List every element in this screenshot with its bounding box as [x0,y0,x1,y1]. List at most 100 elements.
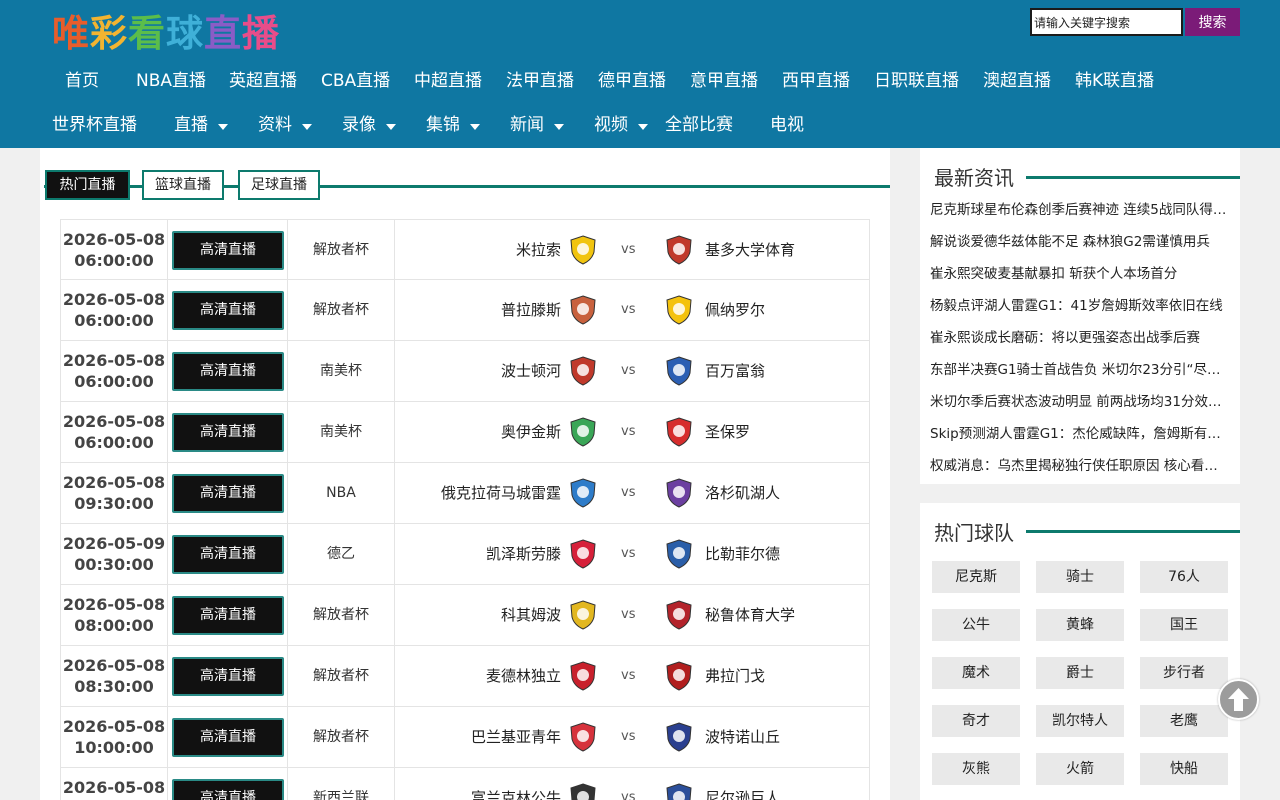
search-button[interactable]: 搜索 [1185,8,1240,36]
match-league[interactable]: 南美杯 [288,341,395,401]
away-team-name[interactable]: 尼尔逊巨人 [705,768,780,800]
match-league[interactable]: 解放者杯 [288,707,395,767]
match-league[interactable]: 解放者杯 [288,280,395,340]
hd-live-button[interactable]: 高清直播 [172,535,284,574]
team-link[interactable]: 公牛 [932,609,1020,641]
away-team-logo[interactable] [663,294,695,326]
nav-link[interactable]: 新闻 [510,105,564,145]
news-link[interactable]: 权威消息：乌杰里揭秘独行侠任职原因 核心看重团队文化 [930,456,1230,476]
news-link[interactable]: 尼克斯球星布伦森创季后赛神迹 连续5战同队得分王 [930,200,1230,220]
nav-link[interactable]: 西甲直播 [782,61,850,101]
match-league[interactable]: 解放者杯 [288,585,395,645]
news-link[interactable]: 崔永熙突破麦基献暴扣 斩获个人本场首分 [930,264,1230,284]
home-team-name[interactable]: 富兰克林公牛 [471,768,561,800]
nav-link[interactable]: NBA直播 [136,61,206,101]
home-team-logo[interactable] [567,721,599,753]
nav-link[interactable]: 德甲直播 [598,61,666,101]
nav-link[interactable]: 资料 [258,105,312,145]
hd-live-button[interactable]: 高清直播 [172,291,284,330]
news-link[interactable]: 崔永熙谈成长磨砺：将以更强姿态出战季后赛 [930,328,1230,348]
home-team-name[interactable]: 凯泽斯劳滕 [486,524,561,584]
match-league[interactable]: 南美杯 [288,402,395,462]
hd-live-button[interactable]: 高清直播 [172,413,284,452]
away-team-name[interactable]: 比勒菲尔德 [705,524,780,584]
away-team-name[interactable]: 圣保罗 [705,402,750,462]
match-league[interactable]: NBA [288,463,395,523]
away-team-logo[interactable] [663,660,695,692]
match-league[interactable]: 新西兰联 [288,768,395,800]
home-team-logo[interactable] [567,234,599,266]
nav-link[interactable]: 全部比赛 [665,105,733,145]
match-league[interactable]: 解放者杯 [288,646,395,706]
team-link[interactable]: 76人 [1140,561,1228,593]
team-link[interactable]: 尼克斯 [932,561,1020,593]
home-team-logo[interactable] [567,538,599,570]
home-team-logo[interactable] [567,782,599,800]
team-link[interactable]: 步行者 [1140,657,1228,689]
home-team-logo[interactable] [567,599,599,631]
team-link[interactable]: 奇才 [932,705,1020,737]
team-link[interactable]: 黄蜂 [1036,609,1124,641]
away-team-logo[interactable] [663,782,695,800]
nav-link[interactable]: 韩K联直播 [1075,61,1154,101]
team-link[interactable]: 灰熊 [932,753,1020,785]
home-team-name[interactable]: 巴兰基亚青年 [471,707,561,767]
team-link[interactable]: 火箭 [1036,753,1124,785]
hd-live-button[interactable]: 高清直播 [172,231,284,270]
nav-link[interactable]: 电视 [770,105,804,145]
nav-link[interactable]: CBA直播 [321,61,390,101]
search-input[interactable]: 请输入关键字搜索 [1030,8,1183,36]
news-link[interactable]: 东部半决赛G1骑士首战告负 米切尔23分引“尽力”感叹 [930,360,1230,380]
site-logo[interactable]: 唯彩看球直播 [52,9,280,57]
news-link[interactable]: 解说谈爱德华兹体能不足 森林狼G2需谨慎用兵 [930,232,1230,252]
away-team-logo[interactable] [663,234,695,266]
home-team-name[interactable]: 普拉滕斯 [501,280,561,340]
team-link[interactable]: 骑士 [1036,561,1124,593]
nav-link[interactable]: 直播 [174,105,228,145]
team-link[interactable]: 凯尔特人 [1036,705,1124,737]
away-team-name[interactable]: 佩纳罗尔 [705,280,765,340]
match-league[interactable]: 解放者杯 [288,220,395,280]
home-team-name[interactable]: 科其姆波 [501,585,561,645]
nav-link[interactable]: 首页 [65,61,99,101]
tab-basketball-live[interactable]: 篮球直播 [142,170,224,200]
away-team-name[interactable]: 弗拉门戈 [705,646,765,706]
hd-live-button[interactable]: 高清直播 [172,779,284,800]
away-team-name[interactable]: 百万富翁 [705,341,765,401]
nav-link[interactable]: 中超直播 [414,61,482,101]
hd-live-button[interactable]: 高清直播 [172,596,284,635]
team-link[interactable]: 老鹰 [1140,705,1228,737]
home-team-name[interactable]: 米拉索 [516,220,561,280]
team-link[interactable]: 爵士 [1036,657,1124,689]
hd-live-button[interactable]: 高清直播 [172,718,284,757]
nav-link[interactable]: 英超直播 [229,61,297,101]
away-team-logo[interactable] [663,721,695,753]
home-team-name[interactable]: 俄克拉荷马城雷霆 [441,463,561,523]
team-link[interactable]: 魔术 [932,657,1020,689]
back-to-top-button[interactable] [1218,679,1259,720]
away-team-name[interactable]: 基多大学体育 [705,220,795,280]
home-team-name[interactable]: 奥伊金斯 [501,402,561,462]
hd-live-button[interactable]: 高清直播 [172,657,284,696]
nav-link[interactable]: 世界杯直播 [52,105,137,145]
home-team-logo[interactable] [567,416,599,448]
away-team-logo[interactable] [663,355,695,387]
tab-hot-live[interactable]: 热门直播 [45,170,130,200]
match-league[interactable]: 德乙 [288,524,395,584]
hd-live-button[interactable]: 高清直播 [172,474,284,513]
nav-link[interactable]: 日职联直播 [874,61,959,101]
home-team-logo[interactable] [567,660,599,692]
home-team-name[interactable]: 波士顿河 [501,341,561,401]
team-link[interactable]: 快船 [1140,753,1228,785]
away-team-logo[interactable] [663,477,695,509]
away-team-logo[interactable] [663,416,695,448]
home-team-logo[interactable] [567,355,599,387]
away-team-logo[interactable] [663,538,695,570]
home-team-logo[interactable] [567,294,599,326]
away-team-name[interactable]: 秘鲁体育大学 [705,585,795,645]
team-link[interactable]: 国王 [1140,609,1228,641]
nav-link[interactable]: 法甲直播 [506,61,574,101]
nav-link[interactable]: 视频 [594,105,648,145]
nav-link[interactable]: 集锦 [426,105,480,145]
nav-link[interactable]: 录像 [342,105,396,145]
